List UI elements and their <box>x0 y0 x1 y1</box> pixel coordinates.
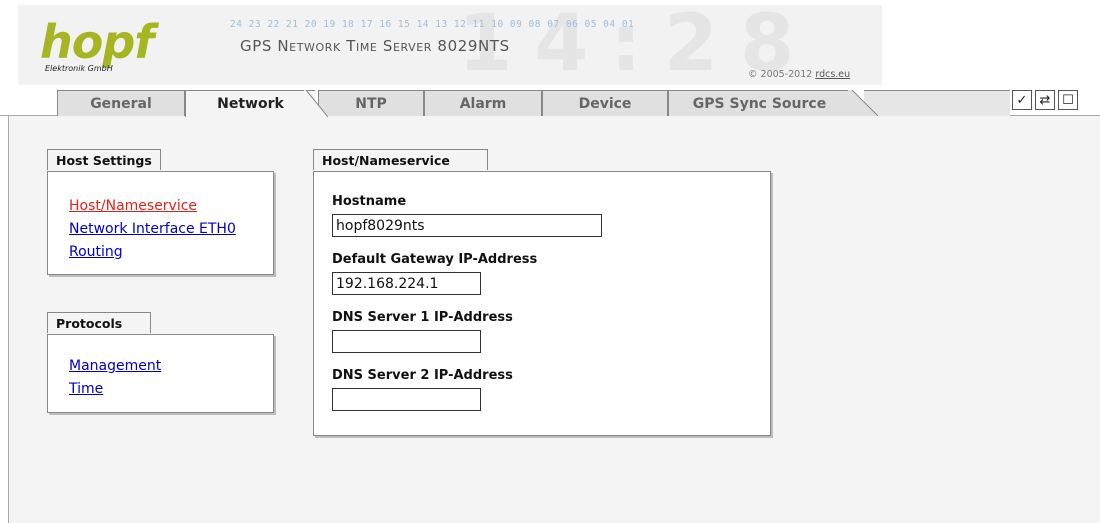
save-button[interactable]: ☐ <box>1058 90 1078 110</box>
host-nameservice-tab-label: Host/Nameservice <box>313 149 488 170</box>
tab-gps-slant <box>848 90 878 116</box>
sidebar-item-network-interface-eth0[interactable]: Network Interface ETH0 <box>69 221 236 237</box>
main-tab-bar: General Network NTP Alarm Device GPS Syn… <box>0 86 1100 117</box>
dns-server-2-input[interactable] <box>332 388 481 411</box>
product-title: GPS Network Time Server 8029NTS <box>240 37 510 55</box>
hostname-input[interactable] <box>332 214 602 237</box>
page-header: 14:28 hopf Elektronik GmbH 24 23 22 21 2… <box>18 5 882 85</box>
sidebar-item-time[interactable]: Time <box>69 381 103 397</box>
default-gateway-label: Default Gateway IP-Address <box>332 252 538 267</box>
host-settings-box: Host/Nameservice Network Interface ETH0 … <box>47 171 274 275</box>
default-gateway-input[interactable] <box>332 272 481 295</box>
reload-button[interactable]: ⇄ <box>1035 90 1055 110</box>
dns-server-1-input[interactable] <box>332 330 481 353</box>
toolbar: ✓ ⇄ ☐ <box>1012 90 1078 110</box>
sidebar-item-routing[interactable]: Routing <box>69 244 123 260</box>
header-digit-strip: 24 23 22 21 20 19 18 17 16 15 14 13 12 1… <box>230 19 635 30</box>
tab-alarm[interactable]: Alarm <box>424 90 542 116</box>
tab-ntp[interactable]: NTP <box>318 90 424 116</box>
sidebar-item-management[interactable]: Management <box>69 358 161 374</box>
tab-network-slant <box>304 90 328 117</box>
copyright-text: © 2005-2012 <box>748 69 816 80</box>
tab-network[interactable]: Network <box>185 90 315 117</box>
tab-bar-filler <box>864 90 1010 116</box>
dns-server-2-label: DNS Server 2 IP-Address <box>332 368 513 383</box>
logo-subtitle: Elektronik GmbH <box>45 64 113 73</box>
host-nameservice-panel: Hostname Default Gateway IP-Address DNS … <box>313 171 771 436</box>
dns-server-1-label: DNS Server 1 IP-Address <box>332 310 513 325</box>
hostname-label: Hostname <box>332 194 407 209</box>
sidebar-item-host-nameservice[interactable]: Host/Nameservice <box>69 198 197 214</box>
protocols-tab-label: Protocols <box>47 312 151 333</box>
content-area: Host Settings Host/Nameservice Network I… <box>8 116 1100 523</box>
logo-text: hopf <box>40 15 154 69</box>
copyright: © 2005-2012 rdcs.eu <box>748 69 850 80</box>
apply-button[interactable]: ✓ <box>1012 90 1032 110</box>
protocols-box: Management Time <box>47 334 274 413</box>
tab-general[interactable]: General <box>57 90 185 116</box>
tab-device[interactable]: Device <box>542 90 668 116</box>
host-settings-tab-label: Host Settings <box>47 149 161 170</box>
tab-gps-sync-source[interactable]: GPS Sync Source <box>668 90 850 116</box>
copyright-link[interactable]: rdcs.eu <box>815 69 850 80</box>
